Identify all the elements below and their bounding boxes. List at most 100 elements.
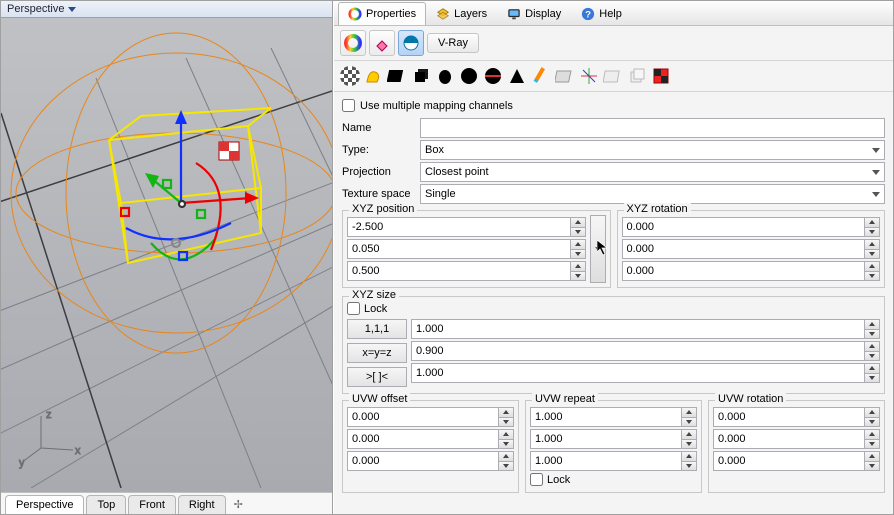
material-tool-button[interactable] xyxy=(340,30,366,56)
size-111-button[interactable]: 1,1,1 xyxy=(347,319,407,339)
xsize-input[interactable] xyxy=(411,319,864,339)
mapping-icon-12[interactable] xyxy=(602,65,624,87)
view-tab-perspective[interactable]: Perspective xyxy=(5,495,84,514)
spin-down[interactable] xyxy=(498,440,514,450)
spin-up[interactable] xyxy=(570,217,586,228)
eraser-tool-button[interactable] xyxy=(369,30,395,56)
spin-down[interactable] xyxy=(498,418,514,428)
view-tab-front[interactable]: Front xyxy=(128,495,176,514)
wrep-input[interactable] xyxy=(530,451,681,471)
view-tab-right[interactable]: Right xyxy=(178,495,226,514)
zrot-input[interactable] xyxy=(622,261,865,281)
spin-up[interactable] xyxy=(681,407,697,418)
spin-down[interactable] xyxy=(864,374,880,384)
viewport-header[interactable]: Perspective xyxy=(1,1,332,18)
spin-down[interactable] xyxy=(864,440,880,450)
spin-down[interactable] xyxy=(570,250,586,260)
woff-input[interactable] xyxy=(347,451,498,471)
chevron-down-icon xyxy=(872,170,880,175)
tab-display[interactable]: Display xyxy=(497,2,571,25)
vray-button[interactable]: V-Ray xyxy=(427,33,479,53)
checker-sphere-icon xyxy=(402,34,420,52)
mapping-icon-13[interactable] xyxy=(626,65,648,87)
spin-down[interactable] xyxy=(681,462,697,472)
mapping-icon-11[interactable] xyxy=(578,65,600,87)
mapping-icon-5[interactable] xyxy=(434,65,456,87)
tab-layers[interactable]: Layers xyxy=(426,2,497,25)
mapping-icon-3[interactable] xyxy=(386,65,408,87)
spin-up[interactable] xyxy=(864,429,880,440)
ypos-input[interactable] xyxy=(347,239,570,259)
view-tab-top[interactable]: Top xyxy=(86,495,126,514)
tab-properties[interactable]: Properties xyxy=(338,2,426,25)
uvw-offset-legend: UVW offset xyxy=(349,393,410,405)
tab-help[interactable]: ? Help xyxy=(571,2,632,25)
spin-down[interactable] xyxy=(864,462,880,472)
urot-input[interactable] xyxy=(713,407,864,427)
spin-down[interactable] xyxy=(498,462,514,472)
zpos-input[interactable] xyxy=(347,261,570,281)
spin-up[interactable] xyxy=(864,451,880,462)
spin-up[interactable] xyxy=(864,407,880,418)
spin-down[interactable] xyxy=(864,250,880,260)
spin-up[interactable] xyxy=(864,261,880,272)
mapping-icon-8[interactable] xyxy=(506,65,528,87)
texspace-select[interactable]: Single xyxy=(420,184,885,204)
spin-down[interactable] xyxy=(681,440,697,450)
projection-select[interactable]: Closest point xyxy=(420,162,885,182)
wrot-input[interactable] xyxy=(713,451,864,471)
link-position-button[interactable] xyxy=(590,215,606,283)
mapping-icon-7[interactable] xyxy=(482,65,504,87)
vrep-input[interactable] xyxy=(530,429,681,449)
ysize-input[interactable] xyxy=(411,341,864,361)
mapping-icon-1[interactable] xyxy=(340,66,360,86)
use-multiple-channels-checkbox[interactable] xyxy=(342,99,355,112)
xpos-input[interactable] xyxy=(347,217,570,237)
mapping-icon-4[interactable] xyxy=(410,65,432,87)
spin-up[interactable] xyxy=(570,261,586,272)
mapping-icon-2[interactable] xyxy=(362,65,384,87)
size-lock-checkbox[interactable] xyxy=(347,302,360,315)
spin-up[interactable] xyxy=(498,429,514,440)
voff-input[interactable] xyxy=(347,429,498,449)
viewport-3d[interactable]: z x y xyxy=(1,18,332,492)
spin-down[interactable] xyxy=(864,418,880,428)
spin-up[interactable] xyxy=(864,239,880,250)
type-select[interactable]: Box xyxy=(420,140,885,160)
spin-down[interactable] xyxy=(864,228,880,238)
mapping-icon-6[interactable] xyxy=(458,65,480,87)
help-icon: ? xyxy=(581,7,595,21)
spin-down[interactable] xyxy=(681,418,697,428)
spin-down[interactable] xyxy=(864,330,880,340)
spin-down[interactable] xyxy=(864,352,880,362)
texture-tool-button[interactable] xyxy=(398,30,424,56)
uvw-repeat-lock-checkbox[interactable] xyxy=(530,473,543,486)
name-input[interactable] xyxy=(420,118,885,138)
xrot-input[interactable] xyxy=(622,217,865,237)
spin-up[interactable] xyxy=(864,319,880,330)
zsize-input[interactable] xyxy=(411,363,864,383)
view-tab-add[interactable]: ✢ xyxy=(228,495,249,514)
mapping-icon-14[interactable] xyxy=(650,65,672,87)
spin-down[interactable] xyxy=(864,272,880,282)
spin-up[interactable] xyxy=(681,429,697,440)
uoff-input[interactable] xyxy=(347,407,498,427)
layers-icon xyxy=(436,7,450,21)
yrot-input[interactable] xyxy=(622,239,865,259)
use-multiple-channels-label: Use multiple mapping channels xyxy=(360,100,513,112)
mapping-icon-10[interactable] xyxy=(554,65,576,87)
spin-up[interactable] xyxy=(864,341,880,352)
size-fit-button[interactable]: >[ ]< xyxy=(347,367,407,387)
spin-up[interactable] xyxy=(498,451,514,462)
mapping-icon-9[interactable] xyxy=(530,65,552,87)
spin-up[interactable] xyxy=(864,363,880,374)
size-xyz-button[interactable]: x=y=z xyxy=(347,343,407,363)
spin-up[interactable] xyxy=(498,407,514,418)
spin-down[interactable] xyxy=(570,228,586,238)
spin-up[interactable] xyxy=(681,451,697,462)
urep-input[interactable] xyxy=(530,407,681,427)
spin-up[interactable] xyxy=(570,239,586,250)
spin-up[interactable] xyxy=(864,217,880,228)
spin-down[interactable] xyxy=(570,272,586,282)
vrot-input[interactable] xyxy=(713,429,864,449)
